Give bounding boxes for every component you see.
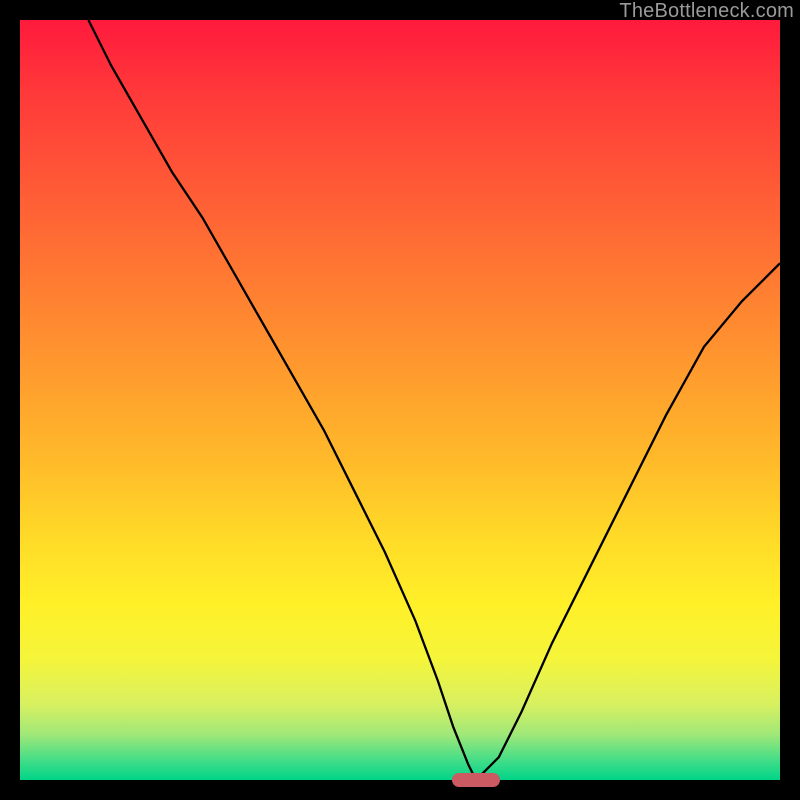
chart-frame: TheBottleneck.com: [0, 0, 800, 800]
bottleneck-curve: [88, 20, 780, 780]
curve-svg: [20, 20, 780, 780]
plot-area: [20, 20, 780, 780]
optimal-marker: [452, 773, 500, 787]
watermark-text: TheBottleneck.com: [619, 0, 794, 23]
